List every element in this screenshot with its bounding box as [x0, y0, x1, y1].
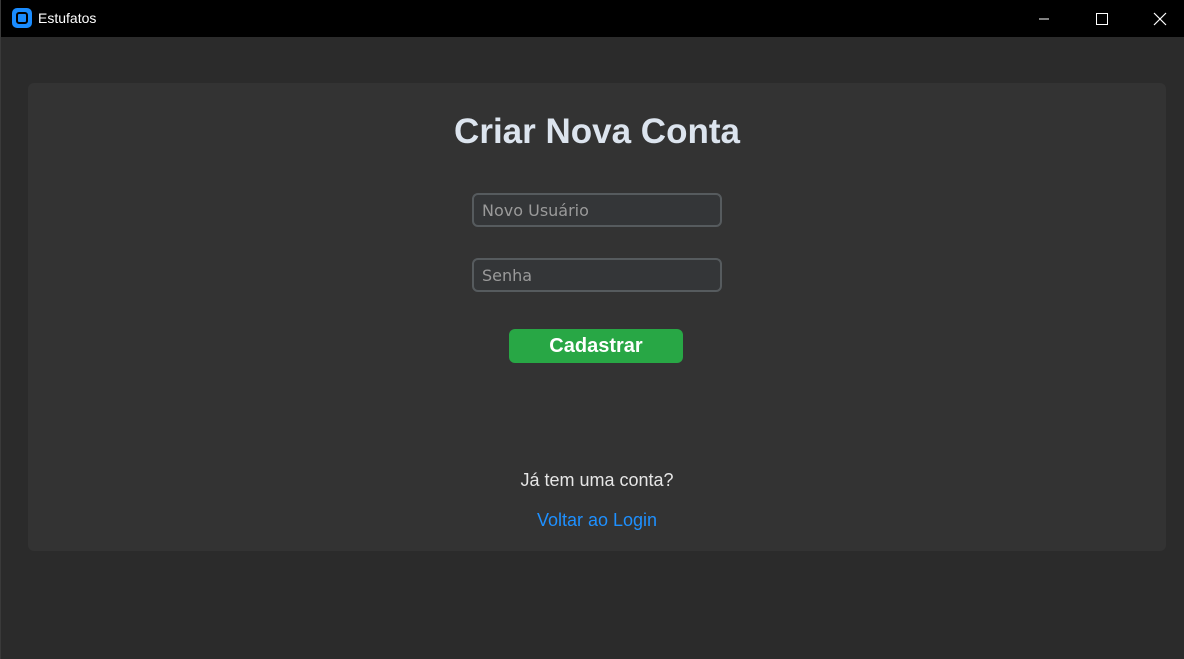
close-button[interactable]: [1131, 0, 1184, 37]
app-window: Estufatos Criar Nova Conta Cadastrar Já …: [0, 0, 1184, 659]
username-input[interactable]: [472, 193, 722, 227]
close-icon: [1153, 12, 1167, 25]
window-title: Estufatos: [38, 10, 97, 26]
signup-card: Criar Nova Conta Cadastrar Já tem uma co…: [28, 83, 1166, 551]
maximize-button[interactable]: [1073, 0, 1131, 37]
password-input[interactable]: [472, 258, 722, 292]
login-prompt-text: Já tem uma conta?: [520, 470, 674, 490]
minimize-icon: [1039, 18, 1049, 19]
register-button[interactable]: Cadastrar: [509, 329, 683, 363]
title-bar: Estufatos: [1, 0, 1184, 37]
app-icon: [12, 8, 32, 28]
login-link-row: Voltar ao Login: [28, 509, 1166, 531]
page-title: Criar Nova Conta: [454, 112, 740, 151]
back-to-login-link[interactable]: Voltar ao Login: [537, 510, 657, 530]
maximize-icon: [1096, 12, 1108, 25]
minimize-button[interactable]: [1015, 0, 1073, 37]
